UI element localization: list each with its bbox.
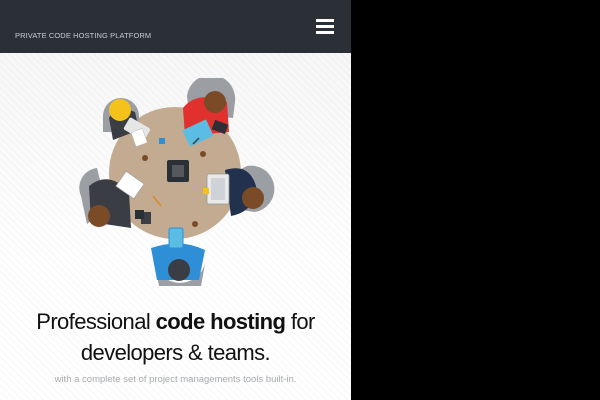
hero-subline: with a complete set of project managemen… bbox=[54, 374, 297, 385]
browser-viewport: PRIVATE CODE HOSTING PLATFORM Profession… bbox=[0, 0, 351, 400]
empty-black-area bbox=[351, 0, 600, 400]
hero-headline: Professional code hosting for developers… bbox=[0, 306, 351, 368]
headline-part1: Professional bbox=[36, 309, 156, 334]
headline-part2: for bbox=[285, 309, 315, 334]
top-navbar: PRIVATE CODE HOSTING PLATFORM bbox=[0, 0, 351, 53]
site-brand[interactable]: PRIVATE CODE HOSTING PLATFORM bbox=[15, 31, 151, 40]
team-meeting-table-illustration bbox=[79, 78, 275, 286]
hamburger-menu-icon[interactable] bbox=[313, 14, 337, 38]
headline-bold: code hosting bbox=[155, 309, 286, 334]
headline-line2: developers & teams. bbox=[80, 340, 271, 365]
